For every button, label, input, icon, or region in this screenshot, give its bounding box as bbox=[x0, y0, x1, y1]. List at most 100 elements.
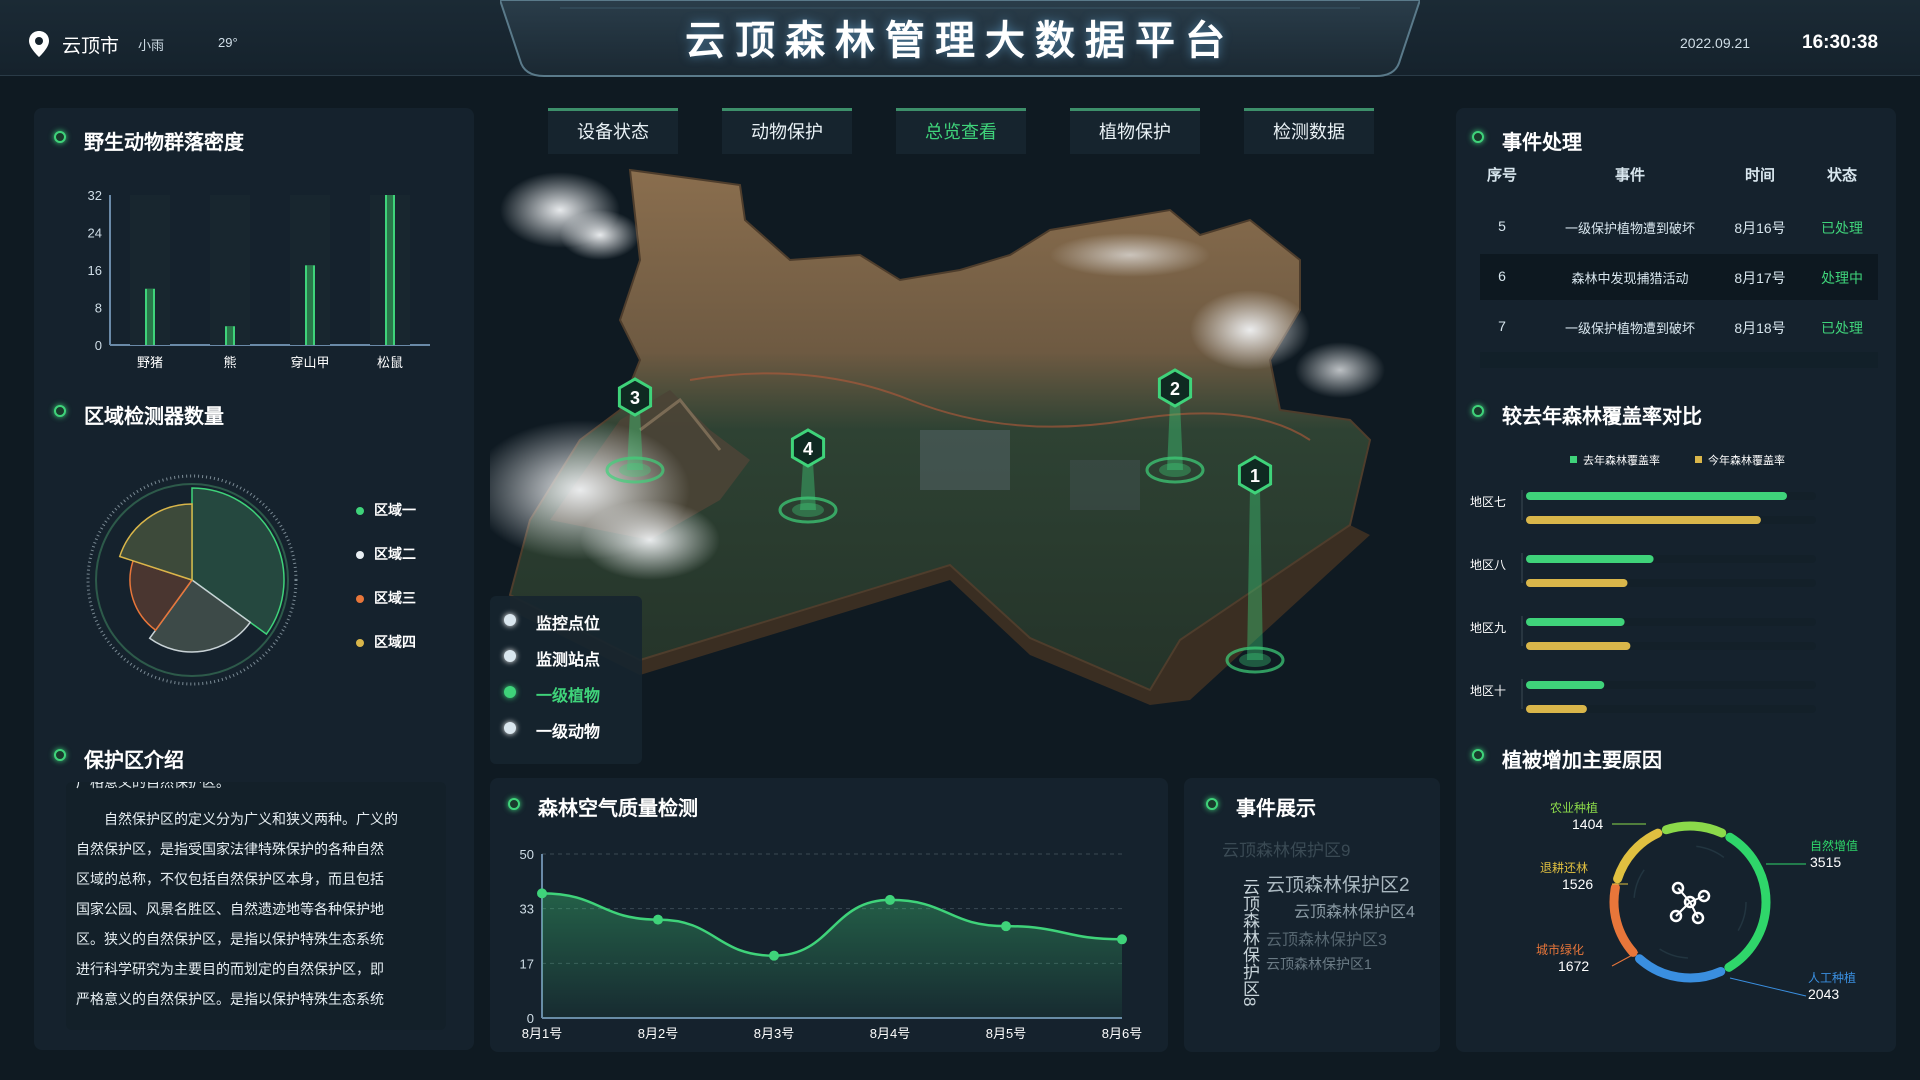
veg-ring-segment[interactable] bbox=[1634, 954, 1726, 983]
intro-text-box[interactable]: 广格意义的自然保护区。 自然保护区的定义分为广义和狭义两种。广义的 自然保护区，是… bbox=[66, 782, 446, 1030]
detectors-title: 区域检测器数量 bbox=[84, 406, 224, 428]
veg-value: 3515 bbox=[1810, 854, 1841, 870]
det-legend-item[interactable]: 区域四 bbox=[356, 632, 416, 652]
wild-xtick: 野猪 bbox=[137, 355, 163, 370]
showcase-item-8[interactable]: 云顶森林保护区8 bbox=[1238, 878, 1259, 1006]
air-xtick: 8月1号 bbox=[522, 1026, 562, 1041]
events-cell-status: 已处理 bbox=[1821, 320, 1863, 336]
cov-bar[interactable] bbox=[1526, 618, 1625, 626]
det-legend-dot-icon bbox=[356, 595, 364, 603]
intro-line: 自然保护区的定义分为广义和狭义两种。广义的 bbox=[104, 811, 398, 827]
cov-bar[interactable] bbox=[1526, 681, 1605, 689]
veg-label: 农业种植 bbox=[1550, 800, 1598, 815]
wild-ytick: 24 bbox=[88, 226, 102, 241]
intro-line: 国家公园、风景名胜区、自然遗迹地等各种保护地 bbox=[76, 901, 384, 917]
legend-dot-icon bbox=[504, 722, 516, 734]
veg-leader-line bbox=[1611, 951, 1639, 967]
events-row[interactable]: 7 一级保护植物遭到破坏 8月18号 已处理 bbox=[1480, 304, 1878, 350]
tab-1[interactable]: 设备状态 bbox=[548, 108, 678, 154]
veg-value: 1404 bbox=[1572, 816, 1603, 832]
events-row[interactable]: 6 森林中发现捕猎活动 8月17号 处理中 bbox=[1480, 254, 1878, 300]
cov-category: 地区八 bbox=[1470, 558, 1506, 572]
veg-ring-segment[interactable] bbox=[1613, 828, 1663, 884]
marker-number: 2 bbox=[1170, 379, 1180, 399]
veg-leader-line bbox=[1729, 977, 1807, 997]
events-row[interactable]: 5 一级保护植物遭到破坏 8月16号 已处理 bbox=[1480, 204, 1878, 250]
tab-3[interactable]: 总览查看 bbox=[896, 108, 1026, 154]
events-cell-event: 一级保护植物遭到破坏 bbox=[1564, 321, 1695, 336]
veg-ring-segment[interactable] bbox=[1724, 832, 1771, 972]
wild-xtick: 松鼠 bbox=[377, 355, 403, 370]
tab-5[interactable]: 检测数据 bbox=[1244, 108, 1374, 154]
cov-bar[interactable] bbox=[1526, 642, 1631, 650]
air-point[interactable] bbox=[653, 914, 663, 925]
showcase-item-4[interactable]: 云顶森林保护区4 bbox=[1294, 898, 1415, 922]
wild-xtick: 穿山甲 bbox=[290, 355, 329, 370]
wild-xtick: 熊 bbox=[223, 355, 236, 370]
veg-label: 人工种植 bbox=[1808, 970, 1856, 985]
air-quality-line-chart: 50 33 17 08月1号 8月2号 8月3号 8月4号 8月5号 8月6号 bbox=[520, 847, 1143, 1041]
section-dot-icon bbox=[54, 749, 66, 761]
veg-ring-segment[interactable] bbox=[1661, 821, 1727, 838]
cov-bar[interactable] bbox=[1526, 555, 1654, 563]
intro-line: 严格意义的自然保护区。是指以保护特殊生态系统 bbox=[76, 991, 384, 1007]
cov-bar[interactable] bbox=[1526, 579, 1628, 587]
legend-label: 监控点位 bbox=[536, 616, 601, 633]
wild-ytick: 16 bbox=[88, 263, 102, 278]
page-title: 云顶森林管理大数据平台 bbox=[685, 19, 1235, 63]
tab-2[interactable]: 动物保护 bbox=[722, 108, 852, 154]
air-xtick: 8月4号 bbox=[870, 1026, 910, 1041]
cov-category: 地区七 bbox=[1470, 495, 1506, 509]
air-point[interactable] bbox=[769, 950, 779, 961]
cov-legend-label: 今年森林覆盖率 bbox=[1708, 453, 1785, 467]
air-title: 森林空气质量检测 bbox=[538, 798, 698, 820]
events-cell-no: 5 bbox=[1498, 218, 1506, 234]
legend-label: 一级动物 bbox=[536, 724, 601, 741]
events-title: 事件处理 bbox=[1502, 132, 1582, 154]
air-point[interactable] bbox=[1117, 934, 1127, 945]
legend-dot-icon bbox=[504, 686, 516, 698]
veg-label: 城市绿化 bbox=[1536, 942, 1584, 957]
detector-legend: 区域一区域二区域三区域四 bbox=[356, 500, 456, 660]
section-dot-icon bbox=[54, 131, 66, 143]
section-dot-icon bbox=[1472, 749, 1484, 761]
cov-bar[interactable] bbox=[1526, 516, 1761, 524]
events-cell-time: 8月18号 bbox=[1734, 320, 1786, 336]
det-legend-item[interactable]: 区域一 bbox=[356, 500, 416, 520]
wild-bar-core bbox=[307, 265, 313, 345]
events-col-status: 状态 bbox=[1826, 167, 1857, 184]
vegetation-ring-chart: 农业种植1404 退耕还林1526 城市绿化1672 自然增值3515 人工种植2043 bbox=[1536, 800, 1858, 1002]
date-text: 2022.09.21 bbox=[1680, 35, 1751, 51]
section-dot-icon bbox=[1472, 405, 1484, 417]
legend-label: 一级植物 bbox=[536, 688, 601, 705]
events-cell-event: 森林中发现捕猎活动 bbox=[1571, 271, 1689, 286]
veg-value: 2043 bbox=[1808, 986, 1839, 1002]
air-ytick: 33 bbox=[520, 902, 534, 917]
events-cell-no: 6 bbox=[1498, 268, 1506, 284]
det-legend-item[interactable]: 区域三 bbox=[356, 588, 416, 608]
det-legend-item[interactable]: 区域二 bbox=[356, 544, 416, 564]
wild-bar-core bbox=[147, 288, 153, 345]
wild-ytick: 0 bbox=[95, 338, 102, 353]
air-point[interactable] bbox=[885, 894, 895, 905]
showcase-item-9[interactable]: 云顶森林保护区9 bbox=[1222, 836, 1350, 861]
det-legend-label: 区域一 bbox=[374, 502, 416, 518]
coverage-title: 较去年森林覆盖率对比 bbox=[1502, 406, 1702, 428]
showcase-item-1[interactable]: 云顶森林保护区1 bbox=[1266, 954, 1372, 974]
air-point[interactable] bbox=[1001, 921, 1011, 932]
events-table-bottom bbox=[1480, 352, 1878, 368]
wildlife-bar-chart: 32 24 16 8 0 野猪 熊 穿山甲 松鼠 bbox=[88, 188, 430, 370]
cov-bar[interactable] bbox=[1526, 492, 1787, 500]
air-ytick: 17 bbox=[520, 956, 534, 971]
events-col-no: 序号 bbox=[1486, 167, 1517, 184]
showcase-item-3[interactable]: 云顶森林保护区3 bbox=[1266, 926, 1387, 950]
showcase-item-2[interactable]: 云顶森林保护区2 bbox=[1266, 870, 1410, 897]
location-pin-icon bbox=[29, 31, 49, 57]
wild-bar-core bbox=[227, 326, 233, 345]
cov-bar[interactable] bbox=[1526, 705, 1587, 713]
tab-4[interactable]: 植物保护 bbox=[1070, 108, 1200, 154]
air-point[interactable] bbox=[537, 888, 547, 899]
wild-ytick: 32 bbox=[88, 188, 102, 203]
events-cell-event: 一级保护植物遭到破坏 bbox=[1564, 221, 1695, 236]
veg-ring-segment[interactable] bbox=[1609, 883, 1638, 957]
